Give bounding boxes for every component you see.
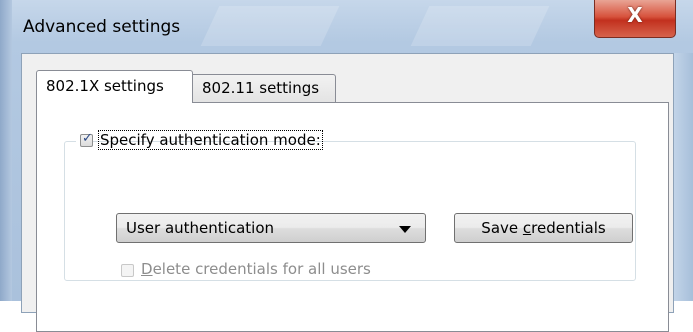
auth-mode-select[interactable]: User authentication — [116, 213, 426, 243]
checkmark-icon: ✓ — [82, 131, 93, 146]
delete-label-accel: D — [141, 260, 153, 278]
save-label-rest: redentials — [531, 219, 606, 237]
delete-credentials-checkbox[interactable] — [121, 264, 134, 277]
delete-label-rest: elete credentials for all users — [152, 260, 371, 278]
tab-panel: ✓ Specify authentication mode: User auth… — [36, 102, 669, 332]
glass-streak — [200, 6, 340, 46]
specify-auth-mode-checkbox[interactable]: ✓ — [80, 131, 93, 147]
window-right-edge — [674, 53, 693, 301]
delete-credentials-label[interactable]: Delete credentials for all users — [141, 260, 371, 278]
chevron-down-icon — [399, 226, 411, 233]
save-credentials-button[interactable]: Save credentials — [454, 213, 633, 243]
save-label-accel: c — [522, 219, 532, 237]
dialog-client-area: 802.1X settings 802.11 settings ✓ Specif… — [21, 53, 674, 332]
window-title: Advanced settings — [23, 17, 181, 37]
window-left-edge — [0, 0, 12, 301]
close-button[interactable]: X — [594, 0, 676, 38]
specify-auth-mode-label[interactable]: Specify authentication mode: — [98, 130, 323, 150]
save-label-part: Save — [481, 219, 523, 237]
auth-mode-selected-value: User authentication — [126, 219, 275, 237]
tab-8021x-settings[interactable]: 802.1X settings — [36, 70, 193, 103]
glass-streak — [410, 6, 550, 46]
group-legend: ✓ Specify authentication mode: — [76, 129, 323, 153]
dialog-frame: Advanced settings X 802.1X settings 802.… — [0, 0, 693, 332]
authentication-groupbox: ✓ Specify authentication mode: User auth… — [64, 129, 636, 281]
tab-80211-settings[interactable]: 802.11 settings — [193, 74, 336, 103]
close-icon: X — [627, 3, 643, 27]
